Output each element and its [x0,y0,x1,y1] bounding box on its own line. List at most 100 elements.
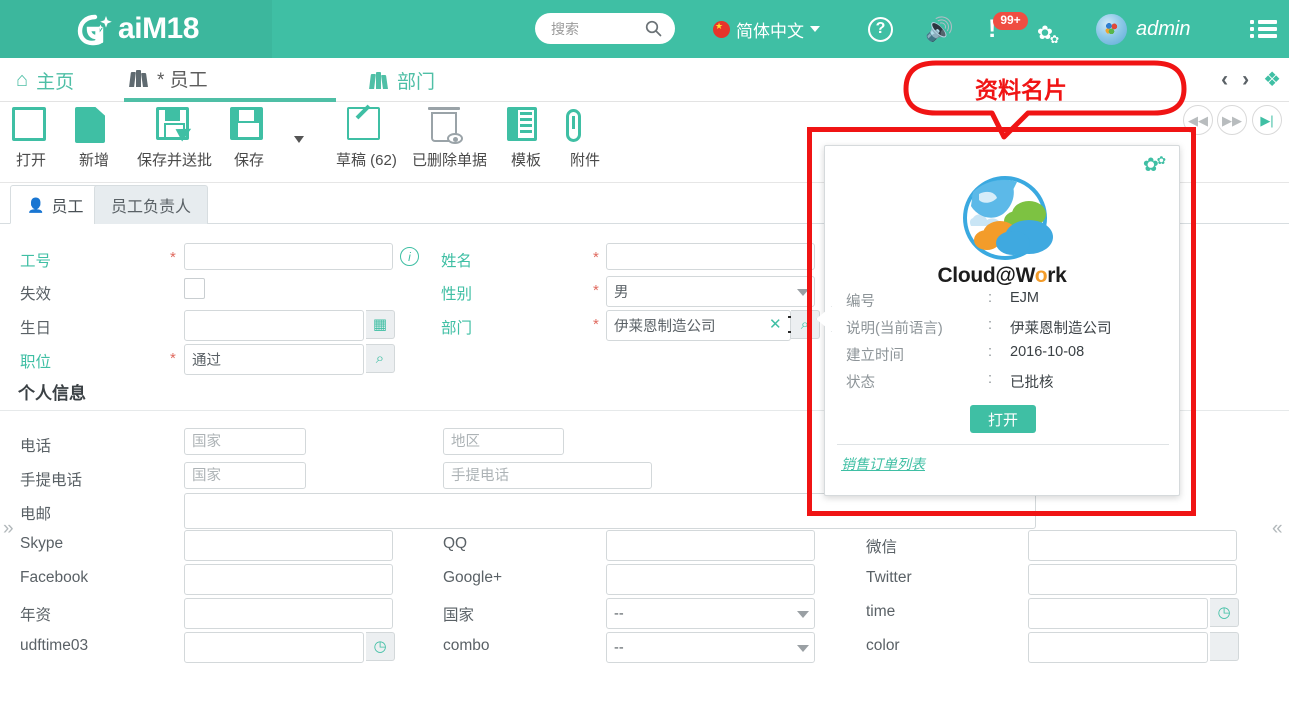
next-record-button[interactable]: ▶▶ [1217,105,1247,135]
card-settings-gear-icon[interactable]: ✿✿ [1143,156,1168,176]
chevron-down-icon[interactable] [797,611,809,618]
collapse-right-icon[interactable]: « [1272,518,1283,540]
main-menu-button[interactable] [1250,0,1277,58]
position-search-button[interactable]: ⌕ [366,344,395,373]
clear-icon[interactable]: ✕ [769,315,782,333]
card-row-value: 伊莱恩制造公司 [1010,321,1112,337]
open-icon [12,107,46,141]
tab-navigation: ‹ › ❖ [1221,58,1281,102]
sub-tab-employee[interactable]: 👤 员工 [10,185,101,224]
doc-tab-employee[interactable]: * 员工 [124,58,336,102]
search-icon[interactable] [645,20,662,37]
field-label-position: 职位 [20,354,52,371]
deleted-documents-button[interactable]: 已删除单据 [412,107,487,170]
sound-icon[interactable]: 🔊 [925,17,954,41]
field-label-staff-no: 工号 [20,253,52,270]
help-icon[interactable]: ? [868,16,893,42]
doc-tab-home[interactable]: ⌂ 主页 [10,58,80,102]
button-label: 打开 [15,152,46,169]
chevron-down-icon[interactable] [810,26,820,32]
save-button[interactable]: 保存 [230,107,268,170]
phone-country-input[interactable] [184,428,306,455]
staff-no-input[interactable] [184,243,393,270]
global-search[interactable] [535,13,675,44]
calendar-button[interactable]: ▦ [366,310,395,339]
section-title-personal-info: 个人信息 [18,384,86,403]
hamburger-menu-icon[interactable] [1250,20,1277,38]
doc-tab-department[interactable]: 部门 [364,58,441,102]
card-row-key: 说明(当前语言) [846,321,943,337]
button-label: 已删除单据 [412,152,488,169]
color-input[interactable] [1028,632,1208,663]
color-picker-button[interactable] [1210,632,1239,661]
required-marker: * [593,249,599,266]
department-search-button[interactable]: ⌕ [791,310,820,339]
field-label-combo: combo [443,637,490,654]
wechat-input[interactable] [1028,530,1237,561]
sound-button[interactable]: 🔊 [925,0,954,58]
seniority-input[interactable] [184,598,393,629]
expand-left-icon[interactable]: » [3,518,14,540]
field-label-gender: 性别 [441,286,473,303]
sales-order-list-link[interactable]: 销售订单列表 [841,454,925,474]
books-icon [129,69,149,87]
app-logo[interactable]: aiM18 [0,0,272,58]
chevron-down-icon[interactable] [797,645,809,652]
draft-edit-icon [347,107,381,140]
udftime03-picker-button[interactable]: ◷ [366,632,395,661]
search-input[interactable] [549,19,645,38]
previous-record-button[interactable]: ◀◀ [1183,105,1213,135]
save-dropdown-caret-icon[interactable] [294,136,304,143]
card-row-colon: : [988,290,993,306]
googleplus-input[interactable] [606,564,815,595]
button-label: 草稿 (62) [336,152,397,169]
new-button[interactable]: 新增 [75,107,113,170]
twitter-input[interactable] [1028,564,1237,595]
chevron-right-icon[interactable]: › [1242,68,1249,92]
name-input[interactable] [606,243,815,270]
gear-icon[interactable]: ✿✿ [1037,24,1062,46]
gender-select[interactable] [606,276,815,307]
udftime03-input[interactable] [184,632,364,663]
last-record-button[interactable]: ▶| [1252,105,1282,135]
new-document-icon [75,107,105,143]
email-input[interactable] [184,493,1036,529]
save-and-submit-button[interactable]: 保存并送批 [137,107,212,170]
open-button[interactable]: 打开 [12,107,50,170]
department-input[interactable] [606,310,791,341]
user-menu[interactable]: admin [1096,0,1190,58]
avatar[interactable] [1096,13,1127,45]
facebook-input[interactable] [184,564,393,595]
field-label-invalid: 失效 [20,286,52,303]
time-input[interactable] [1028,598,1208,629]
mobile-country-input[interactable] [184,462,306,489]
info-icon[interactable]: i [400,247,419,266]
combo-select[interactable] [606,632,815,663]
birthday-input[interactable] [184,310,364,341]
template-button[interactable]: 模板 [507,107,545,170]
sub-tab-employee-manager[interactable]: 员工负责人 [94,185,209,224]
notifications-button[interactable]: ! 99+ [988,0,1031,58]
language-selector[interactable]: 简体中文 [713,0,820,58]
layers-icon[interactable]: ❖ [1263,70,1281,90]
chevron-down-icon[interactable] [797,289,809,296]
phone-area-input[interactable] [443,428,564,455]
field-label-time: time [866,603,896,620]
card-row-colon: : [988,371,993,387]
field-label-mobile: 手提电话 [20,472,83,489]
card-open-button[interactable]: 打开 [970,405,1036,433]
position-input[interactable] [184,344,364,375]
draft-button[interactable]: 草稿 (62) [336,107,397,170]
country-select[interactable] [606,598,815,629]
settings-button[interactable]: ✿✿ [1037,0,1062,58]
mobile-number-input[interactable] [443,462,652,489]
divider [837,444,1169,445]
invalid-checkbox[interactable] [184,278,205,299]
field-label-seniority: 年资 [20,607,52,624]
chevron-left-icon[interactable]: ‹ [1221,68,1228,92]
help-button[interactable]: ? [868,0,893,58]
qq-input[interactable] [606,530,815,561]
attachment-button[interactable]: 附件 [566,107,604,170]
time-picker-button[interactable]: ◷ [1210,598,1239,627]
skype-input[interactable] [184,530,393,561]
